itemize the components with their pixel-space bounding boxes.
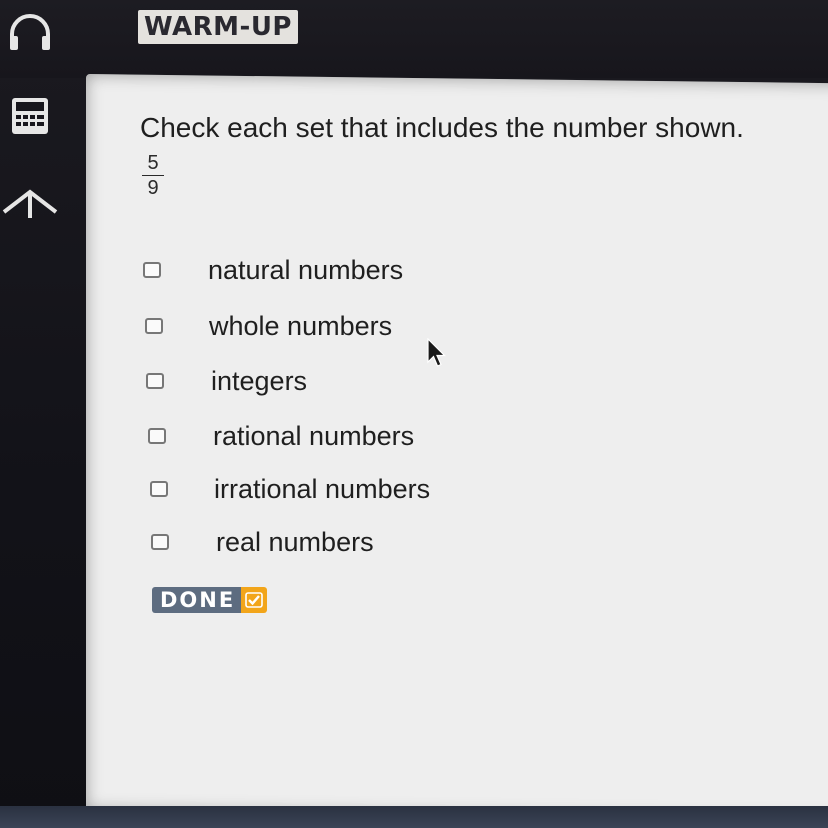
done-check [241, 587, 268, 613]
option-whole-numbers[interactable] [145, 308, 163, 344]
fraction-numerator: 5 [147, 152, 159, 174]
option-natural-numbers[interactable] [143, 252, 161, 288]
fraction: 5 9 [140, 152, 166, 199]
headphones-icon [10, 14, 50, 50]
option-real-numbers[interactable] [151, 524, 169, 560]
option-label: whole numbers [209, 311, 393, 341]
headphones-button[interactable] [0, 8, 60, 52]
lesson-title: WARM-UP [138, 10, 298, 44]
checkmark-icon [245, 592, 264, 608]
checkbox[interactable] [148, 428, 166, 444]
option-label: natural numbers [208, 255, 404, 285]
option-rational-numbers[interactable] [148, 418, 166, 454]
option-irrational-numbers[interactable] [150, 471, 168, 507]
calculator-icon [12, 98, 48, 134]
fraction-denominator: 9 [147, 177, 159, 199]
option-label: irrational numbers [214, 474, 431, 504]
option-label: real numbers [216, 527, 374, 557]
scroll-up-button[interactable] [0, 180, 60, 224]
checkbox[interactable] [151, 534, 169, 550]
fraction-bar [142, 175, 164, 176]
checkbox[interactable] [145, 318, 163, 334]
question-panel [86, 74, 828, 820]
screen: WARM-UP Check each set that includes the… [0, 0, 828, 828]
option-label: integers [211, 366, 308, 396]
mouse-cursor-icon [427, 338, 446, 367]
checkbox[interactable] [143, 262, 161, 278]
checkbox[interactable] [146, 373, 164, 389]
question-prompt: Check each set that includes the number … [140, 112, 744, 143]
done-label: DONE [152, 587, 242, 613]
top-bar: WARM-UP [0, 0, 828, 78]
taskbar-strip [0, 806, 828, 828]
calculator-button[interactable] [0, 94, 60, 138]
done-button[interactable]: DONE [152, 587, 268, 613]
option-integers[interactable] [146, 363, 164, 399]
option-label: rational numbers [213, 421, 415, 451]
up-arrow-icon [2, 189, 58, 218]
checkbox[interactable] [150, 481, 168, 497]
tool-rail [0, 0, 80, 260]
